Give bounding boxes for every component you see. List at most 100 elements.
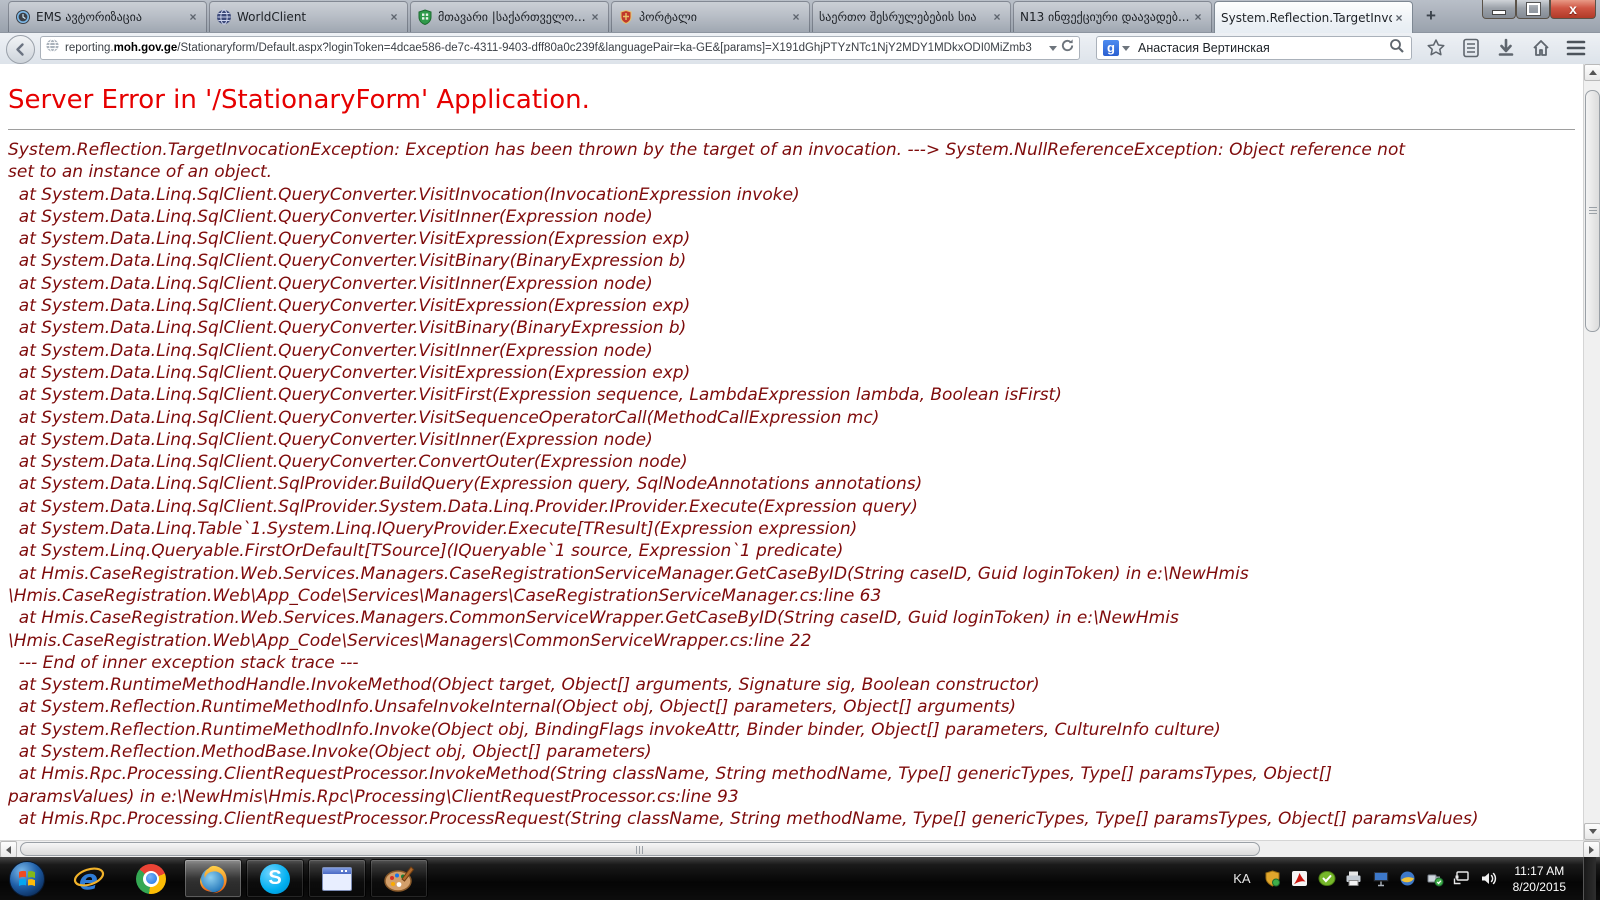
restore-icon xyxy=(1527,3,1540,15)
page-content: Server Error in '/StationaryForm' Applic… xyxy=(0,64,1583,840)
back-arrow-icon xyxy=(13,42,28,57)
taskbar-paint[interactable] xyxy=(370,859,428,898)
search-input[interactable]: Анастасия Вертинская xyxy=(1138,41,1389,55)
scroll-down-button[interactable] xyxy=(1584,823,1600,840)
usb-device-icon[interactable] xyxy=(1426,870,1444,888)
taskbar-internet-explorer[interactable]: e xyxy=(60,859,118,898)
home-icon[interactable] xyxy=(1529,36,1553,60)
tab-worldclient[interactable]: WorldClient × xyxy=(209,1,408,32)
stack-trace-line: at System.Data.Linq.SqlClient.QueryConve… xyxy=(8,407,1583,429)
reload-icon[interactable] xyxy=(1060,38,1075,58)
tab-server-error-active[interactable]: System.Reflection.TargetInvo... × xyxy=(1214,1,1413,33)
tab-close-icon[interactable]: × xyxy=(990,10,1004,24)
security-shield-icon[interactable] xyxy=(1264,870,1282,888)
taskbar-chrome[interactable] xyxy=(122,859,180,898)
stack-trace-line: \Hmis.CaseRegistration.Web\App_Code\Serv… xyxy=(8,585,1583,607)
tab-close-icon[interactable]: × xyxy=(186,10,200,24)
volume-icon[interactable] xyxy=(1480,870,1498,888)
stack-trace: System.Reflection.TargetInvocationExcept… xyxy=(8,139,1583,830)
site-globe-icon xyxy=(45,38,60,58)
stack-trace-line: at System.Data.Linq.SqlClient.SqlProvide… xyxy=(8,496,1583,518)
display-settings-icon[interactable] xyxy=(1372,870,1390,888)
network-connection-icon[interactable] xyxy=(1453,870,1471,888)
taskbar-skype[interactable]: S xyxy=(246,859,304,898)
stack-trace-line: at System.Data.Linq.SqlClient.QueryConve… xyxy=(8,451,1583,473)
menu-hamburger-icon[interactable] xyxy=(1564,36,1588,60)
stack-trace-line: at System.Data.Linq.SqlClient.QueryConve… xyxy=(8,317,1583,339)
tab-close-icon[interactable]: × xyxy=(588,10,602,24)
stack-trace-line: at System.Linq.Queryable.FirstOrDefault[… xyxy=(8,540,1583,562)
stack-trace-line: at System.Data.Linq.SqlClient.QueryConve… xyxy=(8,384,1583,406)
scroll-right-icon xyxy=(1589,846,1594,854)
bookmarks-list-icon[interactable] xyxy=(1459,36,1483,60)
horizontal-scrollbar[interactable] xyxy=(0,840,1600,857)
taskbar-firefox-active[interactable] xyxy=(184,859,242,898)
back-button[interactable] xyxy=(6,35,35,64)
stack-trace-line: at System.RuntimeMethodHandle.InvokeMeth… xyxy=(8,674,1583,696)
tab-ems-authorization[interactable]: EMS ავტორიზაცია × xyxy=(8,1,207,32)
taskbar-window-app[interactable] xyxy=(308,859,366,898)
google-engine-icon[interactable]: g xyxy=(1103,40,1119,56)
tab-list[interactable]: საერთო შესრულებების სია × xyxy=(812,1,1011,32)
stack-trace-line: at Hmis.CaseRegistration.Web.Services.Ma… xyxy=(8,607,1583,629)
tab-title: System.Reflection.TargetInvo... xyxy=(1221,11,1392,25)
tab-close-icon[interactable]: × xyxy=(1392,11,1406,25)
show-desktop-button[interactable] xyxy=(1583,857,1596,900)
browser-tab-bar: EMS ავტორიზაცია × WorldClient × მთავარი … xyxy=(0,0,1600,33)
search-icon[interactable] xyxy=(1389,38,1405,59)
stack-trace-line: at System.Reflection.RuntimeMethodInfo.U… xyxy=(8,696,1583,718)
browser-navigation-bar: reporting.moh.gov.ge/Stationaryform/Defa… xyxy=(0,33,1600,65)
tab-mtavari[interactable]: მთავარი |საქართველო... × xyxy=(410,1,609,32)
worldclient-globe-icon xyxy=(216,9,232,25)
adobe-reader-icon[interactable] xyxy=(1291,870,1309,888)
stack-trace-line: --- End of inner exception stack trace -… xyxy=(8,652,1583,674)
search-engine-dropdown-icon[interactable] xyxy=(1122,46,1130,51)
bookmark-star-icon[interactable] xyxy=(1424,36,1448,60)
tab-title: მთავარი |საქართველო... xyxy=(438,10,588,24)
language-indicator[interactable]: KA xyxy=(1233,871,1250,886)
clock-date: 8/20/2015 xyxy=(1513,879,1566,895)
scroll-up-button[interactable] xyxy=(1584,64,1600,81)
skype-icon: S xyxy=(260,864,290,894)
url-dropdown-icon[interactable] xyxy=(1049,46,1057,51)
coat-of-arms-icon xyxy=(618,9,634,25)
scroll-up-icon xyxy=(1589,70,1597,75)
start-button[interactable] xyxy=(8,860,46,898)
tab-n13-infectious[interactable]: N13 ინფექციური დაავადებ... × xyxy=(1013,1,1212,32)
firefox-icon xyxy=(197,863,229,895)
tab-portal[interactable]: პორტალი × xyxy=(611,1,810,32)
close-button[interactable]: x xyxy=(1550,0,1596,19)
scroll-right-button[interactable] xyxy=(1583,841,1600,858)
paint-icon xyxy=(383,863,415,895)
minimize-button[interactable] xyxy=(1482,0,1516,19)
divider xyxy=(8,129,1575,130)
tab-close-icon[interactable]: × xyxy=(1191,10,1205,24)
restore-button[interactable] xyxy=(1516,0,1550,19)
scrollbar-grip xyxy=(1589,207,1597,215)
desktop-screen: EMS ავტორიზაცია × WorldClient × მთავარი … xyxy=(0,0,1600,900)
new-tab-button[interactable]: + xyxy=(1418,7,1444,26)
downloads-icon[interactable] xyxy=(1494,36,1518,60)
tab-close-icon[interactable]: × xyxy=(789,10,803,24)
stack-trace-line: \Hmis.CaseRegistration.Web\App_Code\Serv… xyxy=(8,630,1583,652)
tab-title: საერთო შესრულებების სია xyxy=(819,10,990,24)
vertical-scrollbar-thumb[interactable] xyxy=(1585,90,1600,332)
vertical-scrollbar[interactable] xyxy=(1583,64,1600,840)
chrome-icon xyxy=(136,864,166,894)
tab-close-icon[interactable]: × xyxy=(387,10,401,24)
scroll-left-button[interactable] xyxy=(0,841,17,858)
page-title: Server Error in '/StationaryForm' Applic… xyxy=(8,85,1583,115)
printer-icon[interactable] xyxy=(1345,870,1363,888)
scroll-down-icon xyxy=(1589,829,1597,834)
taskbar-clock[interactable]: 11:17 AM 8/20/2015 xyxy=(1513,863,1566,895)
network-map-icon[interactable] xyxy=(1399,870,1417,888)
minimize-icon xyxy=(1492,10,1506,15)
stack-trace-line: at System.Data.Linq.SqlClient.QueryConve… xyxy=(8,273,1583,295)
window-controls: x xyxy=(1482,0,1596,19)
url-bar[interactable]: reporting.moh.gov.ge/Stationaryform/Defa… xyxy=(40,36,1080,60)
stack-trace-line: at Hmis.Rpc.Processing.ClientRequestProc… xyxy=(8,763,1583,785)
antivirus-check-icon[interactable] xyxy=(1318,870,1336,888)
search-box[interactable]: g Анастасия Вертинская xyxy=(1096,36,1412,60)
horizontal-scrollbar-thumb[interactable] xyxy=(20,842,1260,856)
close-icon: x xyxy=(1569,1,1577,17)
